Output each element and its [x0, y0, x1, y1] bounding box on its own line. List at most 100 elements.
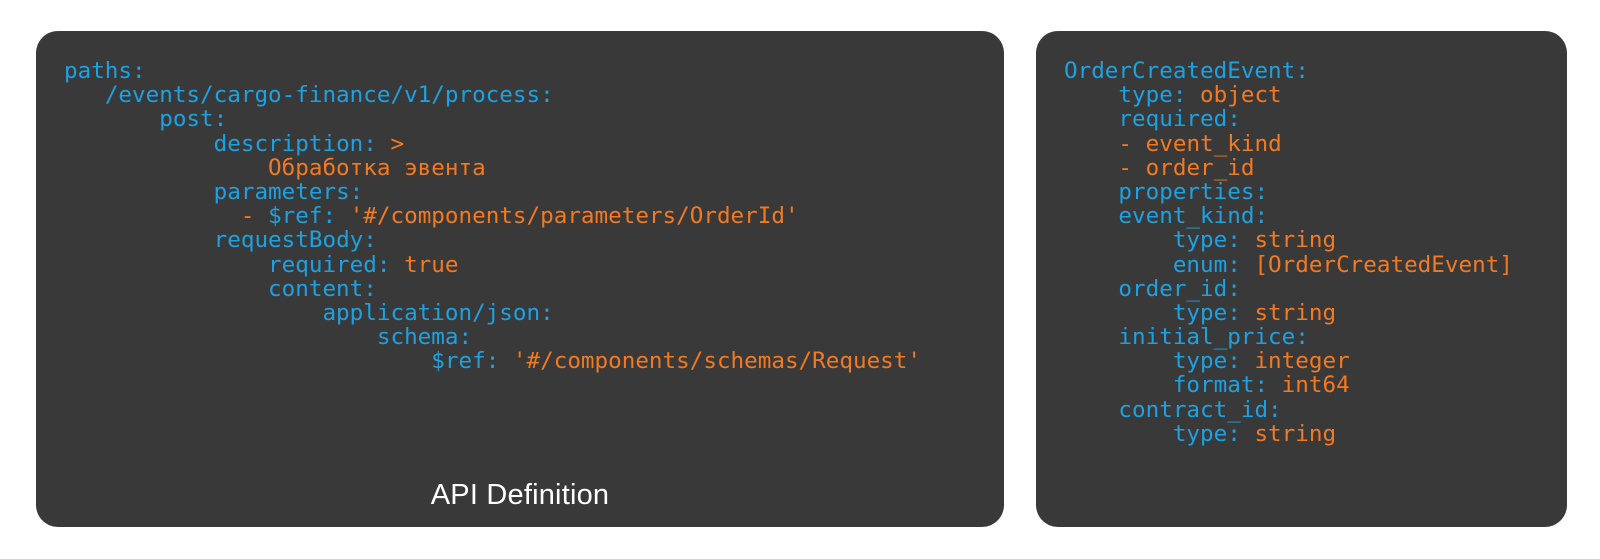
code-line: type: string: [1064, 422, 1513, 446]
code-token-key: required:: [268, 251, 405, 278]
code-token-value: -: [240, 203, 269, 230]
code-token-value: >: [390, 130, 405, 157]
code-line: post:: [64, 107, 921, 131]
code-token-key: paths:: [64, 58, 146, 84]
code-line: parameters:: [64, 180, 921, 204]
code-line: event_kind:: [1064, 204, 1513, 228]
code-token-key: OrderCreatedEvent:: [1064, 58, 1309, 84]
order-created-event-schema-code[interactable]: OrderCreatedEvent: type: object required…: [1036, 31, 1513, 446]
code-line: format: int64: [1064, 373, 1513, 397]
code-line: type: string: [1064, 301, 1513, 325]
code-token-key: content:: [268, 275, 377, 302]
code-line: required: true: [64, 251, 921, 278]
code-token-value: string: [1254, 299, 1337, 326]
code-line: enum: [OrderCreatedEvent]: [1064, 251, 1513, 278]
code-token-key: initial_price:: [1118, 324, 1309, 351]
code-line: Обработка эвента: [64, 156, 921, 180]
api-definition-panel: paths: /events/cargo-finance/v1/process:…: [36, 31, 1004, 527]
code-token-key: /events/cargo-finance/v1/process:: [104, 82, 554, 109]
code-token-key: event_kind:: [1118, 203, 1269, 230]
code-token-key: type:: [1172, 299, 1255, 326]
code-token-key: contract_id:: [1118, 396, 1282, 423]
code-line: type: string: [1064, 228, 1513, 252]
code-token-value: int64: [1281, 372, 1350, 399]
code-token-value: string: [1254, 227, 1337, 254]
code-token-value: '#/components/schemas/Request': [512, 348, 921, 375]
code-token-key: properties:: [1118, 178, 1269, 205]
code-token-key: type:: [1172, 227, 1255, 254]
code-line: paths:: [64, 59, 921, 83]
api-definition-code[interactable]: paths: /events/cargo-finance/v1/process:…: [36, 31, 921, 373]
code-line: contract_id:: [1064, 398, 1513, 422]
code-token-value: string: [1254, 420, 1337, 447]
code-line: order_id:: [1064, 277, 1513, 301]
code-token-value: Обработка эвента: [268, 154, 486, 181]
code-token-key: order_id:: [1118, 275, 1241, 302]
code-token-key: format:: [1172, 372, 1282, 399]
code-token-value: event_kind: [1145, 130, 1282, 157]
code-token-key: required:: [1118, 106, 1241, 133]
code-line: /events/cargo-finance/v1/process:: [64, 83, 921, 107]
code-line: description: >: [64, 130, 921, 157]
code-token-key: application/json:: [322, 299, 554, 326]
code-line: type: integer: [1064, 349, 1513, 373]
code-token-key: description:: [213, 130, 391, 157]
code-line: content:: [64, 277, 921, 301]
code-token-key: parameters:: [213, 178, 364, 205]
code-token-value: object: [1200, 82, 1282, 109]
code-token-key: $ref:: [268, 203, 350, 230]
code-token-key: type:: [1118, 82, 1201, 109]
code-token-value: '#/components/parameters/OrderId': [349, 203, 799, 230]
canvas: paths: /events/cargo-finance/v1/process:…: [0, 0, 1600, 559]
code-line: initial_price:: [1064, 325, 1513, 349]
code-token-key: type:: [1172, 348, 1255, 375]
code-token-key: schema:: [376, 324, 473, 351]
code-line: properties:: [1064, 180, 1513, 204]
code-line: - $ref: '#/components/parameters/OrderId…: [64, 204, 921, 228]
code-token-value: true: [404, 251, 459, 278]
code-line: $ref: '#/components/schemas/Request': [64, 349, 921, 373]
code-line: application/json:: [64, 301, 921, 325]
code-line: type: object: [1064, 83, 1513, 107]
code-line: - event_kind: [1064, 130, 1513, 157]
code-line: - order_id: [1064, 156, 1513, 180]
code-token-key: requestBody:: [213, 227, 377, 254]
code-line: OrderCreatedEvent:: [1064, 59, 1513, 83]
code-token-value: integer: [1254, 348, 1350, 375]
api-definition-caption: API Definition: [430, 479, 610, 511]
code-line: requestBody:: [64, 228, 921, 252]
code-token-value: -: [1118, 154, 1146, 181]
code-token-value: [OrderCreatedEvent]: [1254, 251, 1513, 278]
code-token-key: $ref:: [431, 348, 513, 375]
code-token-key: type:: [1172, 420, 1255, 447]
code-line: required:: [1064, 107, 1513, 131]
code-token-key: enum:: [1172, 251, 1255, 278]
code-token-key: post:: [159, 106, 228, 133]
